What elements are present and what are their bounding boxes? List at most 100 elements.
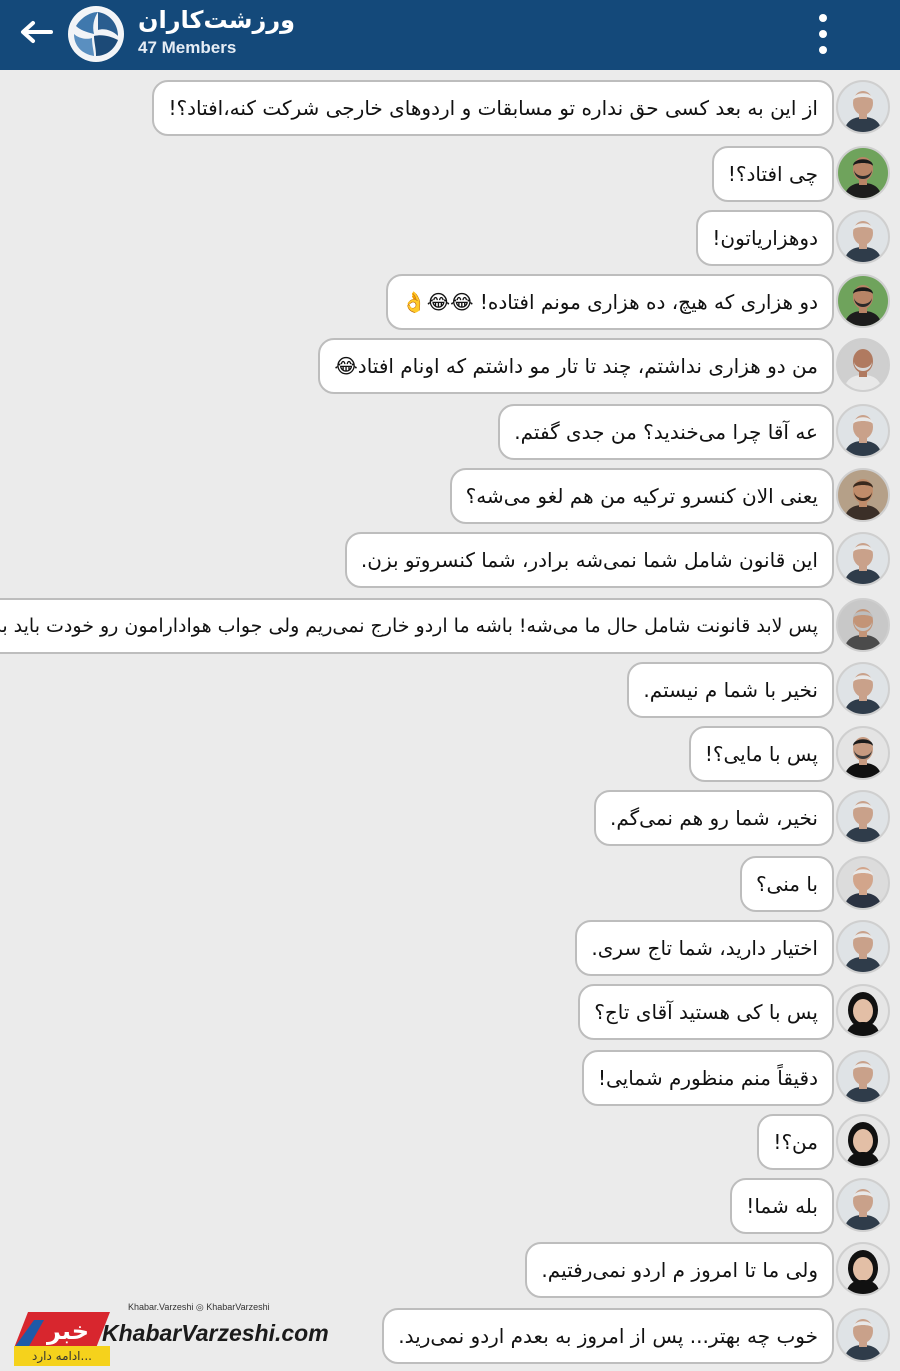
message-item: پس با مایی؟!: [688, 726, 890, 782]
portrait-icon: [838, 1310, 888, 1360]
message-text: پس با مایی؟!: [704, 742, 818, 766]
message-bubble: دقیقاً منم منظورم شمایی!: [581, 1050, 834, 1106]
message-text: پس با کی هستید آقای تاج؟: [594, 1000, 818, 1024]
message-item: خوب چه بهتر... پس از امروز به بعدم اردو …: [382, 1308, 890, 1364]
social-handles: Khabar.Varzeshi ◎ KhabarVarzeshi: [128, 1302, 270, 1312]
message-item: اختیار دارید، شما تاج سری.: [575, 920, 890, 976]
sender-avatar[interactable]: [836, 404, 890, 458]
portrait-icon: [838, 600, 888, 650]
sender-avatar[interactable]: [836, 598, 890, 652]
sender-avatar[interactable]: [836, 1114, 890, 1168]
site-url[interactable]: KhabarVarzeshi.com: [102, 1320, 329, 1347]
chat-header: ورزشت‌کاران 47 Members: [0, 0, 900, 70]
sender-avatar[interactable]: [836, 468, 890, 522]
sender-avatar[interactable]: [836, 790, 890, 844]
message-item: پس با کی هستید آقای تاج؟: [578, 984, 890, 1040]
message-text: با منی؟: [755, 872, 818, 896]
message-text: دقیقاً منم منظورم شمایی!: [597, 1066, 818, 1090]
logo-text: خبر: [46, 1317, 89, 1345]
message-item: این قانون شامل شما نمی‌شه برادر، شما کنس…: [344, 532, 890, 588]
sender-avatar[interactable]: [836, 662, 890, 716]
message-text: بله شما!: [746, 1194, 818, 1218]
portrait-icon: [838, 212, 888, 262]
message-list: از این به بعد کسی حق نداره تو مسابقات و …: [0, 70, 900, 1371]
site-watermark: Khabar.Varzeshi ◎ KhabarVarzeshi خبر Kha…: [10, 1302, 360, 1366]
sender-avatar[interactable]: [836, 210, 890, 264]
message-bubble: بله شما!: [730, 1178, 834, 1234]
message-bubble: دوهزاریاتون!: [696, 210, 834, 266]
sender-avatar[interactable]: [836, 856, 890, 910]
emoji-laugh-icon: 😂😂👌: [401, 290, 474, 314]
portrait-icon: [838, 340, 888, 390]
message-bubble: من؟!: [757, 1114, 834, 1170]
message-text: نخیر با شما م نیستم.: [643, 678, 818, 702]
message-item: از این به بعد کسی حق نداره تو مسابقات و …: [152, 80, 890, 136]
sender-avatar[interactable]: [836, 532, 890, 586]
message-bubble: یعنی الان کنسرو ترکیه من هم لغو می‌شه؟: [449, 468, 834, 524]
message-text: این قانون شامل شما نمی‌شه برادر، شما کنس…: [360, 548, 818, 572]
message-text: اختیار دارید، شما تاج سری.: [591, 936, 818, 960]
message-bubble: نخیر، شما رو هم نمی‌گم.: [593, 790, 834, 846]
continued-tag: ادامه دارد...: [14, 1346, 110, 1366]
more-vertical-icon[interactable]: [812, 12, 834, 56]
message-bubble: چی افتاد؟!: [711, 146, 834, 202]
message-item: دقیقاً منم منظورم شمایی!: [581, 1050, 890, 1106]
member-count: 47 Members: [138, 38, 237, 57]
message-item: نخیر با شما م نیستم.: [627, 662, 890, 718]
portrait-icon: [838, 82, 888, 132]
portrait-icon: [838, 534, 888, 584]
message-item: با منی؟: [739, 856, 890, 912]
sender-avatar[interactable]: [836, 1308, 890, 1362]
sender-avatar[interactable]: [836, 920, 890, 974]
message-item: من؟!: [757, 1114, 890, 1170]
portrait-icon: [838, 986, 888, 1036]
portrait-icon: [838, 470, 888, 520]
message-item: دو هزاری که هیچ، ده هزاری مونم افتاده! 😂…: [385, 274, 890, 330]
sender-avatar[interactable]: [836, 984, 890, 1038]
message-bubble: اختیار دارید، شما تاج سری.: [575, 920, 834, 976]
message-bubble: من دو هزاری نداشتم، چند تا تار مو داشتم …: [318, 338, 834, 394]
message-item: یعنی الان کنسرو ترکیه من هم لغو می‌شه؟: [449, 468, 890, 524]
message-item: عه آقا چرا می‌خندید؟ من جدی گفتم.: [498, 404, 890, 460]
portrait-icon: [838, 1116, 888, 1166]
sender-avatar[interactable]: [836, 80, 890, 134]
sender-avatar[interactable]: [836, 338, 890, 392]
message-bubble: ولی ما تا امروز م اردو نمی‌رفتیم.: [525, 1242, 834, 1298]
message-text: یعنی الان کنسرو ترکیه من هم لغو می‌شه؟: [465, 484, 818, 508]
sender-avatar[interactable]: [836, 1050, 890, 1104]
sender-avatar[interactable]: [836, 274, 890, 328]
message-bubble: پس با کی هستید آقای تاج؟: [578, 984, 834, 1040]
message-bubble: پس لابد قانونت شامل حال ما می‌شه! باشه م…: [0, 598, 834, 654]
portrait-icon: [838, 728, 888, 778]
message-text: دو هزاری که هیچ، ده هزاری مونم افتاده!: [479, 290, 818, 314]
sender-avatar[interactable]: [836, 1242, 890, 1296]
arrow-left-icon: [21, 21, 53, 43]
portrait-icon: [838, 858, 888, 908]
message-text: من دو هزاری نداشتم، چند تا تار مو داشتم …: [357, 354, 818, 378]
portrait-icon: [838, 1052, 888, 1102]
group-avatar[interactable]: [68, 6, 124, 62]
message-text: پس لابد قانونت شامل حال ما می‌شه! باشه م…: [0, 615, 818, 637]
brand-logo-icon: خبر: [14, 1312, 110, 1348]
message-text: از این به بعد کسی حق نداره تو مسابقات و …: [168, 96, 818, 120]
portrait-icon: [838, 148, 888, 198]
portrait-icon: [838, 1180, 888, 1230]
portrait-icon: [838, 1244, 888, 1294]
message-text: ولی ما تا امروز م اردو نمی‌رفتیم.: [541, 1258, 818, 1282]
message-item: نخیر، شما رو هم نمی‌گم.: [593, 790, 890, 846]
back-button[interactable]: [16, 16, 56, 48]
emoji-laugh-icon: 😂: [334, 354, 358, 378]
portrait-icon: [838, 922, 888, 972]
sender-avatar[interactable]: [836, 146, 890, 200]
message-text: دوهزاریاتون!: [712, 226, 818, 250]
message-item: دوهزاریاتون!: [696, 210, 890, 266]
message-bubble: نخیر با شما م نیستم.: [627, 662, 834, 718]
sender-avatar[interactable]: [836, 1178, 890, 1232]
portrait-icon: [838, 406, 888, 456]
message-text: نخیر، شما رو هم نمی‌گم.: [609, 806, 818, 830]
message-bubble: دو هزاری که هیچ، ده هزاری مونم افتاده! 😂…: [385, 274, 834, 330]
sender-avatar[interactable]: [836, 726, 890, 780]
message-item: ولی ما تا امروز م اردو نمی‌رفتیم.: [525, 1242, 890, 1298]
message-bubble: از این به بعد کسی حق نداره تو مسابقات و …: [152, 80, 834, 136]
message-item: پس لابد قانونت شامل حال ما می‌شه! باشه م…: [0, 598, 890, 654]
